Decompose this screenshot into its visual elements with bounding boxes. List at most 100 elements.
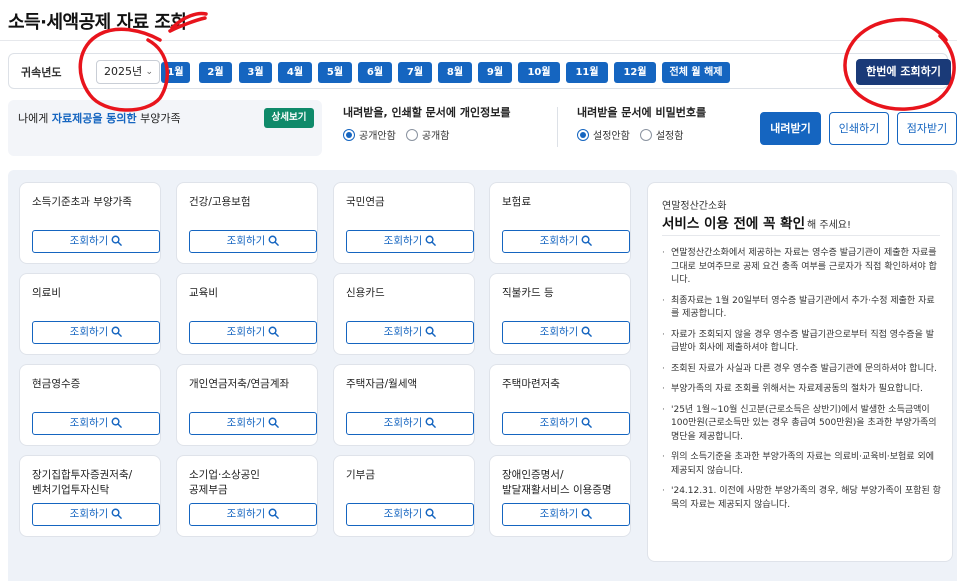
search-icon: [581, 508, 593, 519]
month-button-2[interactable]: 2월: [199, 62, 232, 83]
search-icon: [581, 235, 593, 246]
notice-item: 위의 소득기준을 초과한 부양가족의 자료는 의료비·교육비·보험료 외에 제공…: [662, 451, 942, 478]
card-query-button[interactable]: 조회하기: [346, 503, 474, 526]
month-button-6[interactable]: 6월: [358, 62, 392, 83]
radio-label: 설정함: [655, 131, 684, 142]
search-icon: [268, 417, 280, 428]
card-query-button[interactable]: 조회하기: [32, 321, 160, 344]
query-card: 건강/고용보험 조회하기: [176, 182, 318, 264]
query-card: 보험료 조회하기: [489, 182, 631, 264]
query-card: 장기집합투자증권저축/ 벤처기업투자신탁 조회하기: [19, 455, 161, 537]
year-value: 2025년: [104, 65, 143, 78]
card-title: 소득기준초과 부양가족: [32, 196, 132, 208]
card-query-button[interactable]: 조회하기: [502, 230, 630, 253]
password-title: 내려받을 문서에 비밀번호를: [577, 106, 707, 119]
card-query-button[interactable]: 조회하기: [32, 412, 160, 435]
card-title: 교육비: [189, 287, 218, 299]
card-title: 의료비: [32, 287, 61, 299]
notice-heading-main: 서비스 이용 전에 꼭 확인: [662, 216, 805, 232]
consent-text: 나에게 자료제공을 동의한 부양가족: [18, 110, 181, 126]
card-query-button[interactable]: 조회하기: [346, 321, 474, 344]
card-title: 장애인증명서/ 발달재활서비스 이용증명: [502, 469, 612, 496]
card-title: 주택마련저축: [502, 378, 560, 390]
query-card: 주택마련저축조회하기: [489, 364, 631, 446]
radio-unselected-icon: [405, 128, 418, 141]
month-button-9[interactable]: 9월: [478, 62, 512, 83]
clear-all-months-button[interactable]: 전체 월 해제: [662, 62, 730, 83]
query-card: 직불카드 등 조회하기: [489, 273, 631, 355]
query-card: 소기업·소상공인 공제부금 조회하기: [176, 455, 318, 537]
query-all-button[interactable]: 한번에 조회하기: [856, 59, 951, 85]
notice-heading: 서비스 이용 전에 꼭 확인 해 주세요!: [662, 212, 851, 232]
radio-password-none[interactable]: 설정안함: [577, 127, 630, 142]
query-card: 국민연금 조회하기: [333, 182, 475, 264]
month-button-8[interactable]: 8월: [438, 62, 472, 83]
year-select[interactable]: 2025년 ⌄: [96, 60, 160, 84]
card-query-label: 조회하기: [226, 326, 266, 338]
card-query-label: 조회하기: [539, 326, 579, 338]
month-button-7[interactable]: 7월: [398, 62, 432, 83]
radio-selected-icon: [343, 128, 355, 141]
consent-highlight: 자료제공을 동의한: [51, 112, 137, 125]
card-query-button[interactable]: 조회하기: [189, 230, 317, 253]
query-card: 소득기준초과 부양가족조회하기: [19, 182, 161, 264]
detail-button[interactable]: 상세보기: [264, 108, 314, 128]
radio-personal-info-hide[interactable]: 공개안함: [343, 127, 396, 142]
card-query-button[interactable]: 조회하기: [32, 503, 160, 526]
card-title: 개인연금저축/연금계좌: [189, 378, 290, 390]
month-button-11[interactable]: 11월: [566, 62, 608, 83]
notice-item: 연말정산간소화에서 제공하는 자료는 영수증 발급기관이 제출한 자료를 그대로…: [662, 247, 942, 288]
download-button[interactable]: 내려받기: [760, 112, 821, 145]
card-title: 현금영수증: [32, 378, 81, 390]
personal-info-title: 내려받을, 인쇄할 문서에 개인정보를: [343, 106, 511, 119]
notice-panel: 연말정산간소화 서비스 이용 전에 꼭 확인해 주세요! 연말정산간소화에서 제…: [647, 182, 953, 562]
card-query-button[interactable]: 조회하기: [189, 321, 317, 344]
search-icon: [425, 508, 437, 519]
search-icon: [425, 235, 437, 246]
radio-selected-icon: [577, 128, 589, 141]
search-icon: [268, 235, 280, 246]
print-button[interactable]: 인쇄하기: [829, 112, 889, 145]
card-query-button[interactable]: 조회하기: [502, 503, 630, 526]
search-icon: [111, 326, 123, 337]
card-query-button[interactable]: 조회하기: [32, 230, 160, 253]
card-query-label: 조회하기: [69, 417, 109, 429]
card-query-button[interactable]: 조회하기: [502, 321, 630, 344]
consent-box: 나에게 자료제공을 동의한 부양가족 상세보기: [8, 100, 322, 156]
braille-button[interactable]: 점자받기: [897, 112, 957, 145]
card-query-label: 조회하기: [69, 235, 109, 247]
card-query-label: 조회하기: [226, 417, 266, 429]
card-query-label: 조회하기: [69, 508, 109, 520]
month-button-5[interactable]: 5월: [318, 62, 352, 83]
notice-heading-tail: 해 주세요!: [807, 220, 851, 231]
query-card: 주택자금/월세액 조회하기: [333, 364, 475, 446]
search-icon: [111, 508, 123, 519]
password-option: 내려받을 문서에 비밀번호를 설정안함 설정함: [577, 104, 706, 142]
month-button-1[interactable]: 1월: [161, 62, 190, 83]
notice-subtitle: 연말정산간소화: [662, 201, 727, 212]
card-query-button[interactable]: 조회하기: [502, 412, 630, 435]
chevron-down-icon: ⌄: [145, 67, 153, 77]
card-query-button[interactable]: 조회하기: [189, 412, 317, 435]
query-card: 교육비조회하기: [176, 273, 318, 355]
search-icon: [425, 417, 437, 428]
option-divider: [557, 107, 558, 147]
page-title: 소득·세액공제 자료 조회: [8, 12, 187, 33]
radio-password-set[interactable]: 설정함: [639, 127, 684, 142]
month-button-4[interactable]: 4월: [278, 62, 312, 83]
card-query-button[interactable]: 조회하기: [189, 503, 317, 526]
notice-item: 자료가 조회되지 않을 경우 영수증 발급기관으로부터 직접 영수증을 발급받아…: [662, 329, 942, 356]
consent-text-after: 부양가족: [136, 112, 181, 125]
month-button-10[interactable]: 10월: [518, 62, 560, 83]
month-button-3[interactable]: 3월: [239, 62, 272, 83]
query-card: 기부금 조회하기: [333, 455, 475, 537]
notice-divider: [662, 235, 940, 236]
radio-label: 공개안함: [359, 131, 396, 142]
notice-item: 최종자료는 1월 20일부터 영수증 발급기관에서 추가·수정 제출한 자료를 …: [662, 295, 942, 322]
card-query-button[interactable]: 조회하기: [346, 230, 474, 253]
card-query-button[interactable]: 조회하기: [346, 412, 474, 435]
month-button-12[interactable]: 12월: [614, 62, 656, 83]
radio-personal-info-show[interactable]: 공개함: [405, 127, 449, 142]
card-query-label: 조회하기: [539, 417, 579, 429]
card-query-label: 조회하기: [383, 508, 423, 520]
